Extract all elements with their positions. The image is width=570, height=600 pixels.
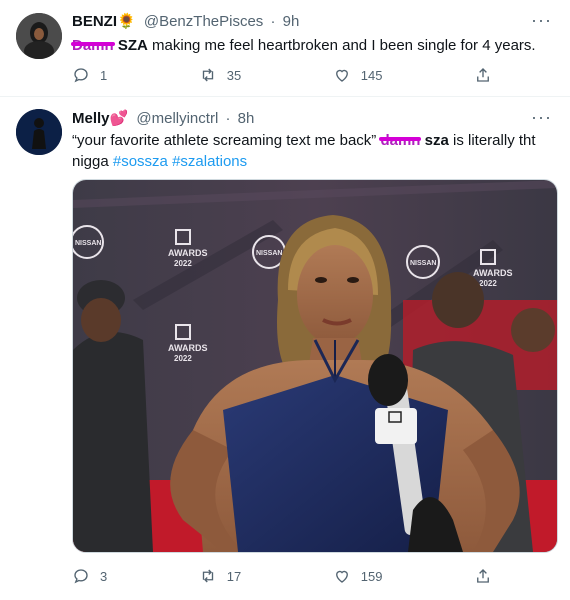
tweet-text-bold: sza (420, 132, 449, 149)
photo-scene: AWARDS 2022 AWARDS 2022 AWARDS 2022 NISS… (73, 180, 557, 552)
tweet-text-pre: “your favorite athlete screaming text me… (72, 132, 381, 149)
timestamp[interactable]: 9h (283, 13, 300, 30)
reply-icon (74, 569, 88, 584)
retweet-icon (202, 569, 213, 583)
reply-icon (74, 68, 88, 83)
display-name[interactable]: Melly (72, 110, 110, 127)
tweet-header: Melly💕 @mellyinctrl · 8h (72, 109, 254, 127)
retweet-count: 35 (226, 67, 242, 83)
timestamp[interactable]: 8h (238, 110, 255, 127)
tweet-header: BENZI🌻 @BenzThePisces · 9h (72, 12, 299, 30)
reply-button[interactable]: 3 (72, 567, 107, 585)
like-count: 145 (360, 67, 383, 83)
name-emoji: 💕 (109, 110, 129, 127)
tweet-text: “your favorite athlete screaming text me… (72, 130, 552, 172)
handle[interactable]: @BenzThePisces (144, 13, 263, 30)
reply-button[interactable]: 1 (72, 66, 107, 84)
heart-icon (335, 570, 348, 583)
avatar[interactable] (16, 13, 62, 59)
tweet-photo[interactable]: AWARDS 2022 AWARDS 2022 AWARDS 2022 NISS… (72, 179, 558, 553)
tweet-text-rest: making me feel heartbroken and I been si… (147, 37, 536, 54)
nissan-logo-text: NISSAN (256, 250, 282, 257)
awards-logo-text: AWARDS (168, 343, 208, 353)
hashtag-link[interactable]: #szalations (172, 153, 247, 170)
retweet-button[interactable]: 17 (199, 567, 241, 585)
like-count: 159 (360, 568, 383, 584)
heart-icon (335, 69, 348, 82)
tweet-text-line2: nigga (72, 153, 113, 170)
tweet[interactable]: Melly💕 @mellyinctrl · 8h ··· “your favor… (0, 97, 570, 600)
scribbled-word: damn (380, 132, 421, 149)
retweet-count: 17 (226, 568, 242, 584)
nissan-logo-text: NISSAN (410, 260, 436, 267)
share-button[interactable] (474, 567, 492, 585)
awards-year-text: 2022 (174, 259, 192, 268)
tweet[interactable]: BENZI🌻 @BenzThePisces · 9h ··· Damn SZA … (0, 0, 570, 96)
share-icon (477, 68, 489, 82)
awards-logo-text: AWARDS (473, 268, 513, 278)
like-button[interactable]: 159 (333, 567, 383, 585)
awards-year-text: 2022 (174, 354, 192, 363)
more-options-icon[interactable]: ··· (531, 107, 552, 128)
retweet-icon (202, 68, 213, 82)
display-name[interactable]: BENZI (72, 13, 117, 30)
scribbled-word: Damn (72, 37, 114, 54)
avatar[interactable] (16, 109, 62, 155)
separator-dot: · (225, 110, 231, 127)
share-icon (477, 569, 489, 583)
awards-year-text: 2022 (479, 279, 497, 288)
separator-dot: · (270, 13, 276, 30)
retweet-button[interactable]: 35 (199, 66, 241, 84)
like-button[interactable]: 145 (333, 66, 383, 84)
reply-count: 1 (100, 67, 108, 83)
name-emoji: 🌻 (117, 13, 136, 30)
tweet-text-bold: SZA (117, 37, 148, 54)
nissan-logo-text: NISSAN (75, 240, 101, 247)
hashtag-link[interactable]: #sossza (113, 153, 168, 170)
more-options-icon[interactable]: ··· (531, 10, 552, 31)
share-button[interactable] (474, 66, 492, 84)
handle[interactable]: @mellyinctrl (136, 110, 218, 127)
awards-logo-text: AWARDS (168, 248, 208, 258)
tweet-actions: 1 35 145 (72, 66, 492, 84)
tweet-actions: 3 17 159 (72, 567, 492, 585)
reply-count: 3 (100, 568, 108, 584)
tweet-text: Damn SZA making me feel heartbroken and … (72, 35, 536, 56)
tweet-text-mid: is literally tht (448, 132, 536, 149)
